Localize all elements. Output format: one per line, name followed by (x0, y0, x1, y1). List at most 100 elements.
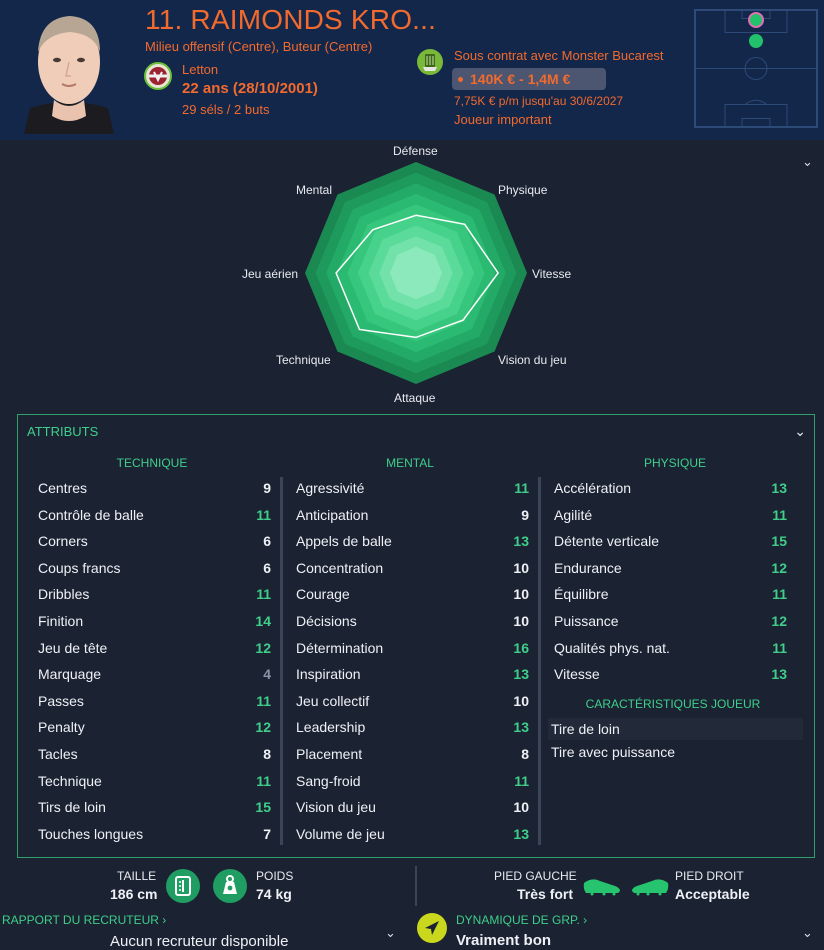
attribute-row[interactable]: Sang-froid 11 (293, 768, 529, 795)
attribute-value: 13 (513, 666, 529, 683)
attribute-row[interactable]: Jeu collectif 10 (293, 688, 529, 715)
radar-label-defense: Défense (393, 144, 438, 158)
attribute-value: 13 (513, 825, 529, 842)
attribute-row[interactable]: Corners 6 (35, 528, 271, 555)
attribute-value: 10 (513, 799, 529, 816)
attribute-name: Leadership (296, 719, 366, 736)
attributes-chevron-icon[interactable]: ⌄ (794, 423, 806, 440)
attribute-row[interactable]: Agressivité 11 (293, 475, 529, 502)
latvia-flag-icon[interactable] (144, 62, 172, 90)
right-foot-label: PIED DROIT (675, 869, 744, 883)
attribute-name: Coups francs (38, 559, 121, 576)
attribute-row[interactable]: Agilité 11 (551, 502, 787, 529)
attribute-row[interactable]: Courage 10 (293, 581, 529, 608)
contract-wage: 7,75K € p/m jusqu'au 30/6/2027 (454, 94, 624, 108)
attribute-name: Technique (38, 772, 102, 789)
attribute-row[interactable]: Volume de jeu 13 (293, 821, 529, 848)
technique-column: Centres 9 Contrôle de balle 11 Corners 6 Coups… (35, 475, 271, 847)
attribute-row[interactable]: Vitesse 13 (551, 661, 787, 688)
attribute-row[interactable]: Tacles 8 (35, 741, 271, 768)
player-header: 11. RAIMONDS KRO... Milieu offensif (Cen… (0, 0, 824, 140)
attribute-row[interactable]: Vision du jeu 10 (293, 794, 529, 821)
dynamics-chevron-icon[interactable]: ⌄ (802, 925, 813, 941)
attribute-row[interactable]: Marquage 4 (35, 661, 271, 688)
attribute-name: Jeu collectif (296, 692, 370, 709)
attribute-row[interactable]: Anticipation 9 (293, 502, 529, 529)
attribute-name: Dribbles (38, 586, 90, 603)
attribute-value: 8 (521, 745, 529, 762)
attribute-name: Placement (296, 745, 363, 762)
attribute-row[interactable]: Appels de balle 13 (293, 528, 529, 555)
attribute-row[interactable]: Placement 8 (293, 741, 529, 768)
player-positions: Milieu offensif (Centre), Buteur (Centre… (145, 39, 373, 54)
scout-report-link[interactable]: RAPPORT DU RECRUTEUR › (2, 913, 166, 927)
transfer-value-badge[interactable]: 140K € - 1,4M € (452, 68, 606, 90)
club-crest-icon[interactable] (416, 48, 444, 76)
attribute-value: 10 (513, 612, 529, 629)
attribute-row[interactable]: Centres 9 (35, 475, 271, 502)
attribute-value: 15 (255, 799, 271, 816)
attribute-row[interactable]: Tirs de loin 15 (35, 794, 271, 821)
attribute-name: Agressivité (296, 480, 365, 496)
team-dynamics-icon[interactable] (417, 913, 447, 943)
attribute-row[interactable]: Dribbles 11 (35, 581, 271, 608)
attribute-row[interactable]: Jeu de tête 12 (35, 635, 271, 662)
attribute-value: 16 (513, 639, 529, 656)
attribute-value: 8 (263, 745, 271, 762)
attribute-row[interactable]: Technique 11 (35, 768, 271, 795)
trait-item[interactable]: Tire de loin (548, 718, 803, 740)
scout-report-value: Aucun recruteur disponible (110, 933, 289, 950)
mental-heading: MENTAL (386, 456, 434, 470)
attribute-row[interactable]: Concentration 10 (293, 555, 529, 582)
attribute-name: Passes (38, 692, 84, 709)
attribute-name: Détente verticale (554, 533, 660, 550)
technique-heading: TECHNIQUE (116, 456, 188, 470)
attribute-row[interactable]: Qualités phys. nat. 11 (551, 635, 787, 662)
attribute-row[interactable]: Décisions 10 (293, 608, 529, 635)
team-dynamics-link[interactable]: DYNAMIQUE DE GRP. › (456, 913, 587, 927)
scout-chevron-icon[interactable]: ⌄ (385, 925, 396, 941)
attribute-row[interactable]: Accélération 13 (551, 475, 787, 502)
mental-column: Agressivité 11 Anticipation 9 Appels de ball… (293, 475, 529, 847)
attribute-value: 14 (255, 612, 271, 629)
player-caps: 29 séls / 2 buts (182, 102, 270, 117)
radar-label-mental: Mental (296, 183, 333, 197)
attribute-row[interactable]: Contrôle de balle 11 (35, 502, 271, 529)
attribute-row[interactable]: Équilibre 11 (551, 581, 787, 608)
attribute-row[interactable]: Passes 11 (35, 688, 271, 715)
attribute-row[interactable]: Détermination 16 (293, 635, 529, 662)
attribute-name: Détermination (296, 639, 384, 656)
attribute-row[interactable]: Coups francs 6 (35, 555, 271, 582)
physique-heading: PHYSIQUE (643, 456, 706, 470)
height-value: 186 cm (110, 886, 158, 902)
attribute-name: Anticipation (296, 506, 369, 523)
left-foot-label: PIED GAUCHE (494, 869, 577, 883)
attribute-value: 11 (256, 586, 271, 603)
radar-ring (389, 246, 443, 300)
attribute-name: Sang-froid (296, 772, 361, 789)
trait-item[interactable]: Tire avec puissance (548, 741, 803, 763)
attribute-value: 13 (771, 666, 787, 683)
radar-label-physique: Physique (498, 183, 548, 197)
attribute-value: 11 (772, 586, 787, 603)
contract-club-line[interactable]: Sous contrat avec Monster Bucarest (454, 48, 664, 63)
position-pitch-map[interactable] (694, 9, 818, 128)
attribute-row[interactable]: Leadership 13 (293, 714, 529, 741)
attribute-row[interactable]: Touches longues 7 (35, 821, 271, 848)
weight-value: 74 kg (256, 886, 292, 902)
player-nationality[interactable]: Letton (182, 62, 218, 77)
player-name-title: 11. RAIMONDS KRO... (145, 4, 437, 35)
attribute-row[interactable]: Inspiration 13 (293, 661, 529, 688)
attribute-name: Équilibre (554, 586, 609, 603)
attribute-row[interactable]: Penalty 12 (35, 714, 271, 741)
attribute-row[interactable]: Finition 14 (35, 608, 271, 635)
attribute-value: 9 (521, 506, 529, 523)
attributes-title[interactable]: ATTRIBUTS (27, 424, 98, 439)
attribute-row[interactable]: Endurance 12 (551, 555, 787, 582)
player-age: 22 ans (28/10/2001) (182, 80, 318, 97)
attribute-value: 12 (771, 612, 787, 629)
attribute-row[interactable]: Puissance 12 (551, 608, 787, 635)
attribute-name: Corners (38, 533, 88, 550)
attribute-value: 12 (255, 639, 271, 656)
attribute-row[interactable]: Détente verticale 15 (551, 528, 787, 555)
